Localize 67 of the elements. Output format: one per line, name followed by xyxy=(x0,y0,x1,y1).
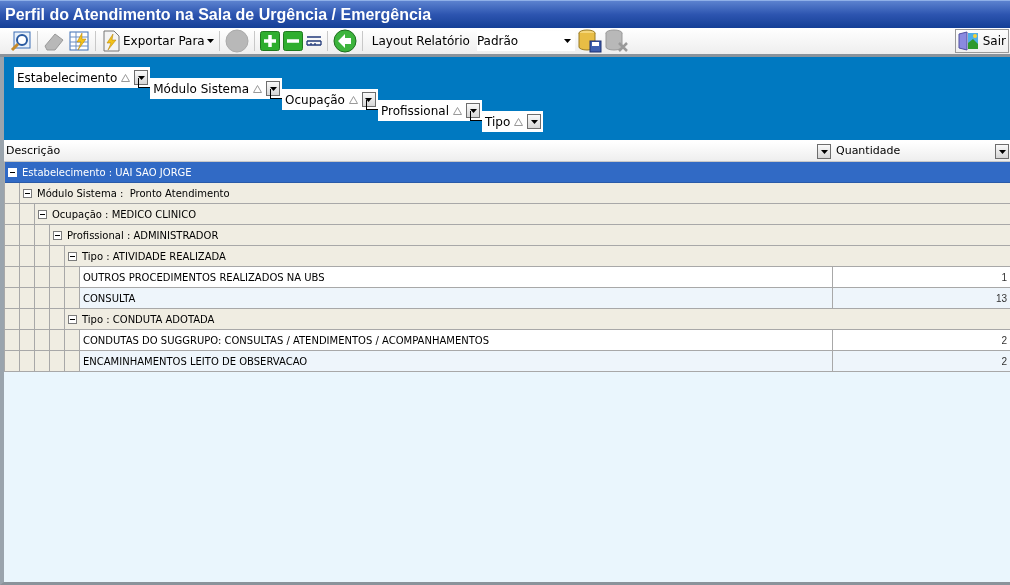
collapse-icon[interactable] xyxy=(68,251,77,261)
caret-icon xyxy=(530,119,538,124)
column-dropdown[interactable] xyxy=(995,144,1009,159)
group-field-chip[interactable]: Tipo xyxy=(482,111,544,132)
table-cell: CONDUTAS DO SUGGRUPO: CONSULTAS / ATENDIMENTOS / ACOMPANHAMENTOS xyxy=(80,330,833,350)
sort-triangle-icon[interactable] xyxy=(453,106,462,115)
layout-label: Layout Relatório xyxy=(371,33,470,50)
group-field-dropdown[interactable] xyxy=(527,114,542,129)
group-row[interactable]: Tipo : CONDUTA ADOTADA xyxy=(5,309,1010,330)
layout-select[interactable]: Padrão xyxy=(476,31,575,51)
collapse-icon[interactable] xyxy=(53,230,62,240)
group-label: Profissional : ADMINISTRADOR xyxy=(67,228,219,243)
group-field-label: Ocupação xyxy=(285,91,345,109)
export-button[interactable]: Exportar Para xyxy=(101,30,214,52)
exit-button[interactable]: Sair xyxy=(954,29,1009,53)
group-label: Tipo : CONDUTA ADOTADA xyxy=(82,312,215,327)
window-title: Perfil do Atendimento na Sala de Urgência / Emergência xyxy=(5,4,432,25)
group-field-label: Profissional xyxy=(380,102,449,120)
database-save-icon[interactable] xyxy=(577,29,602,53)
sort-triangle-icon[interactable] xyxy=(121,73,131,82)
group-field-chip[interactable]: Profissional xyxy=(377,100,482,121)
sort-triangle-icon[interactable] xyxy=(514,117,524,126)
group-row[interactable]: Módulo Sistema : Pronto Atendimento xyxy=(5,183,1010,204)
group-label: Estabelecimento : UAI SAO JORGE xyxy=(22,165,192,180)
magnifier-page-icon[interactable] xyxy=(10,30,32,52)
group-field-label: Estabelecimento xyxy=(17,69,118,87)
group-field-label: Tipo xyxy=(485,113,511,131)
column-dropdown[interactable] xyxy=(817,144,831,159)
door-icon xyxy=(957,31,980,51)
table-cell: OUTROS PROCEDIMENTOS REALIZADOS NA UBS xyxy=(80,267,833,287)
group-field-label: Módulo Sistema xyxy=(153,80,249,98)
caret-icon xyxy=(998,149,1006,154)
table-cell-text: 2 xyxy=(1000,354,1008,369)
group-label: Ocupação : MEDICO CLINICO xyxy=(52,207,197,222)
caret-icon xyxy=(820,149,828,154)
group-field-chip[interactable]: Ocupação xyxy=(282,89,378,110)
collapse-icon[interactable] xyxy=(23,188,32,198)
column-header[interactable]: Descrição xyxy=(4,143,833,160)
group-field-dropdown[interactable] xyxy=(361,92,376,107)
sort-triangle-icon[interactable] xyxy=(348,95,358,104)
table-cell-text: 13 xyxy=(994,291,1008,306)
collapse-icon[interactable] xyxy=(38,209,47,219)
group-row[interactable]: Profissional : ADMINISTRADOR xyxy=(5,225,1010,246)
minus-icon[interactable] xyxy=(282,31,303,51)
group-field-dropdown[interactable] xyxy=(466,103,480,118)
ruler-icon[interactable] xyxy=(305,35,322,47)
group-row[interactable]: Estabelecimento : UAI SAO JORGE xyxy=(5,162,1010,183)
sort-triangle-icon[interactable] xyxy=(253,84,262,93)
group-field-dropdown[interactable] xyxy=(134,70,149,85)
table-cell-text: 2 xyxy=(1000,333,1008,348)
group-label: Tipo : ATIVIDADE REALIZADA xyxy=(82,249,226,264)
group-row[interactable]: Ocupação : MEDICO CLINICO xyxy=(5,204,1010,225)
group-field-chip[interactable]: Módulo Sistema xyxy=(150,78,282,99)
table-cell: ENCAMINHAMENTOS LEITO DE OBSERVACAO xyxy=(80,351,833,371)
group-row[interactable]: Tipo : ATIVIDADE REALIZADA xyxy=(5,246,1010,267)
group-label: Módulo Sistema : Pronto Atendimento xyxy=(37,186,230,201)
caret-icon xyxy=(206,39,214,43)
page-lightning-icon xyxy=(101,30,121,52)
collapse-icon[interactable] xyxy=(68,314,77,324)
column-header[interactable]: Quantidade xyxy=(833,143,1010,160)
plus-icon[interactable] xyxy=(259,31,280,51)
caret-icon xyxy=(563,39,571,43)
group-field-dropdown[interactable] xyxy=(266,81,280,96)
spreadsheet-lightning-icon[interactable] xyxy=(68,30,90,52)
table-cell: CONSULTA xyxy=(80,288,833,308)
table-cell-text: 1 xyxy=(1000,270,1008,285)
group-field-chip[interactable]: Estabelecimento xyxy=(14,67,151,88)
